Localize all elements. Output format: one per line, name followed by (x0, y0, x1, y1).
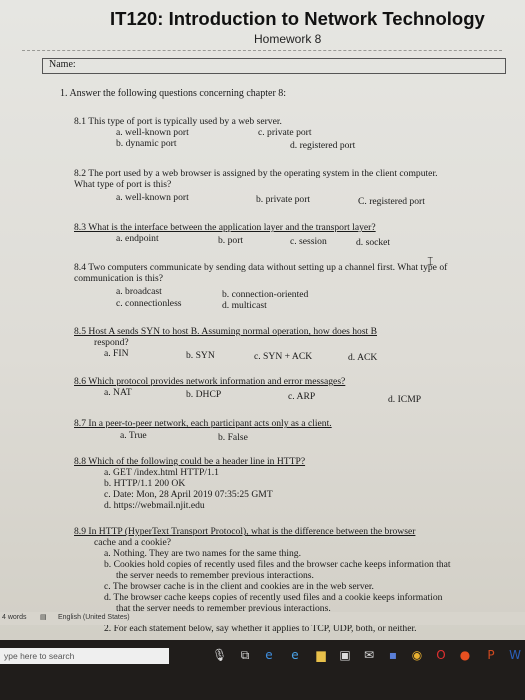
document-line: b. False (218, 432, 248, 443)
powerpoint-icon[interactable]: P (484, 648, 498, 662)
text-cursor-icon: 𝙸 (426, 254, 435, 268)
document-line: 8.8 Which of the following could be a he… (74, 456, 306, 467)
microphone-icon[interactable]: 🎙 (212, 648, 227, 662)
document-line: d. ACK (348, 352, 378, 363)
document-line: communication is this? (74, 273, 163, 284)
document-line: 8.5 Host A sends SYN to host B. Assuming… (74, 326, 378, 337)
document-line: d. multicast (222, 300, 267, 311)
document-line: a. NAT (104, 387, 132, 398)
photos-icon[interactable]: ▪ (386, 648, 400, 662)
word-icon[interactable]: W (508, 648, 522, 662)
document-line: a. Nothing. They are two names for the s… (104, 548, 301, 559)
windows-taskbar: ype here to search 🎙 ⧉ e e ▆ ▣ ✉ ▪ ◉ O ● P W (0, 640, 525, 700)
header-divider (22, 50, 502, 51)
ie-icon[interactable]: e (288, 648, 302, 662)
question-1: 1. Answer the following questions concer… (60, 88, 287, 99)
document-line: d. https://webmail.njit.edu (104, 500, 205, 511)
document-line: a. True (120, 430, 147, 441)
document-line: c. The browser cache is in the client an… (104, 581, 374, 592)
document-line: b. Cookies hold copies of recently used … (104, 559, 451, 570)
chrome-icon[interactable]: ◉ (410, 648, 424, 662)
document-line: 8.3 What is the interface between the ap… (74, 222, 376, 233)
store-icon[interactable]: ▣ (338, 648, 352, 662)
document-line: c. ARP (288, 391, 316, 402)
proofing-icon[interactable]: ▤ (40, 613, 47, 621)
document-line: b. port (218, 235, 244, 246)
homework-document: IT120: Introduction to Network Technolog… (0, 0, 525, 640)
document-line: d. ICMP (388, 394, 422, 405)
document-line: a. FIN (104, 348, 129, 359)
opera-icon[interactable]: O (434, 648, 448, 662)
taskbar-search-box[interactable]: ype here to search (0, 648, 169, 664)
word-count[interactable]: 4 words (2, 614, 27, 621)
document-line: a. well-known port (116, 127, 189, 138)
document-line: c. private port (258, 127, 312, 138)
document-line: b. connection-oriented (222, 289, 309, 300)
document-line: a. well-known port (116, 192, 189, 203)
document-line: c. SYN + ACK (254, 351, 313, 362)
document-line: b. HTTP/1.1 200 OK (104, 478, 186, 489)
document-line: d. registered port (290, 140, 356, 151)
document-title: IT120: Introduction to Network Technolog… (110, 8, 485, 29)
document-line: cache and a cookie? (94, 537, 171, 548)
document-line: 8.6 Which protocol provides network info… (74, 376, 346, 387)
name-field[interactable]: Name: (42, 58, 506, 74)
document-line: b. DHCP (186, 389, 222, 400)
task-view-icon[interactable]: ⧉ (238, 648, 252, 662)
document-line: 8.2 The port used by a web browser is as… (74, 168, 438, 179)
document-line: b. dynamic port (116, 138, 177, 149)
document-line: 8.4 Two computers communicate by sending… (74, 262, 448, 273)
document-line: a. broadcast (116, 286, 162, 297)
document-line: the server needs to remember previous in… (116, 570, 314, 581)
word-status-bar: 4 words ▤ English (United States) (0, 612, 525, 625)
document-line: c. connectionless (116, 298, 182, 309)
document-line: C. registered port (358, 196, 425, 207)
document-line: c. session (290, 236, 327, 247)
document-line: What type of port is this? (74, 179, 172, 190)
mail-icon[interactable]: ✉ (362, 648, 376, 662)
document-line: 8.9 In HTTP (HyperText Transport Protoco… (74, 526, 416, 537)
document-line: d. socket (356, 237, 391, 248)
edge-icon[interactable]: e (262, 648, 276, 662)
language-indicator[interactable]: English (United States) (58, 614, 130, 621)
document-subtitle: Homework 8 (254, 32, 322, 46)
document-line: 8.1 This type of port is typically used … (74, 116, 282, 127)
document-line: b. private port (256, 194, 311, 205)
document-line: c. Date: Mon, 28 April 2019 07:35:25 GMT (104, 489, 273, 500)
document-line: a. GET /index.html HTTP/1.1 (104, 467, 219, 478)
document-line: b. SYN (186, 350, 215, 361)
document-line: 8.7 In a peer-to-peer network, each part… (74, 418, 332, 429)
document-line: a. endpoint (116, 233, 159, 244)
app-circle-icon[interactable]: ● (458, 648, 472, 662)
name-label: Name: (49, 59, 76, 70)
document-line: respond? (94, 337, 129, 348)
document-line: d. The browser cache keeps copies of rec… (104, 592, 443, 603)
file-explorer-icon[interactable]: ▆ (314, 648, 328, 662)
